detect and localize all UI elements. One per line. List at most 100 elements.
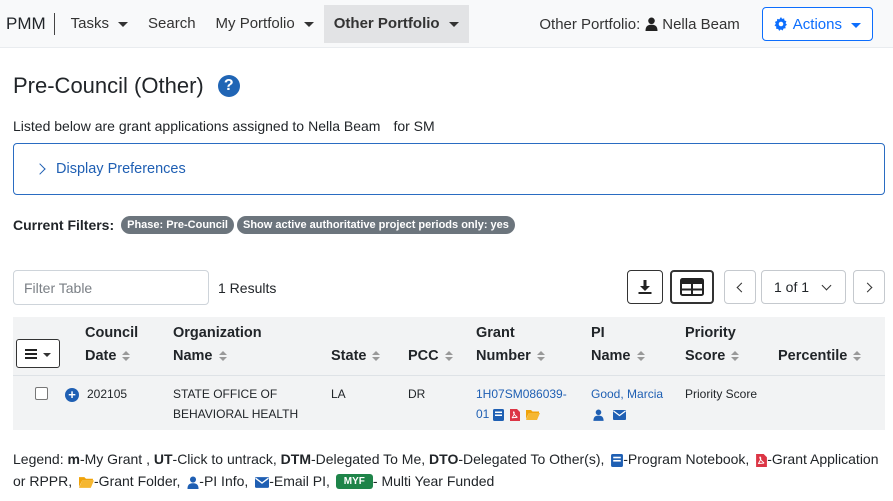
organization-line2: BEHAVIORAL HEALTH	[173, 407, 299, 421]
other-portfolio-indicator: Other Portfolio: Nella Beam	[539, 16, 739, 33]
th-percentile-label: Percentile	[778, 348, 848, 364]
folder-icon[interactable]	[526, 409, 541, 421]
next-page-button[interactable]	[853, 270, 885, 304]
table-toolbar: 1 Results 1 of 1	[13, 270, 885, 305]
cell-pcc: DR	[404, 375, 472, 430]
cell-organization: STATE OFFICE OF BEHAVIORAL HEALTH	[169, 375, 327, 430]
th-grant-number-line1: Grant	[476, 325, 515, 341]
legend-prefix: Legend:	[13, 451, 64, 467]
filter-badge-phase: Phase: Pre-Council	[121, 216, 234, 234]
caret-down-icon	[851, 22, 861, 28]
nav-tasks[interactable]: Tasks	[61, 5, 138, 43]
page-indicator: 1 of 1	[774, 279, 810, 295]
intro-suffix: for SM	[393, 118, 435, 134]
sort-icon	[372, 351, 381, 362]
other-portfolio-user: Nella Beam	[662, 15, 740, 33]
display-preferences-label: Display Preferences	[56, 161, 186, 177]
legend-dtm-text: -Delegated To Me,	[311, 451, 426, 467]
results-count: 1 Results	[218, 279, 277, 296]
th-organization-line1: Organization	[173, 325, 262, 341]
brand[interactable]: PMM	[0, 14, 54, 34]
th-pi-name-line1: PI	[591, 325, 605, 341]
email-icon	[255, 476, 270, 488]
nav-tasks-label: Tasks	[70, 15, 110, 32]
nav-right: Other Portfolio: Nella Beam Actions	[539, 7, 873, 41]
grants-table: Council Date Organization Name State PCC…	[13, 317, 885, 430]
legend-email-text: -Email PI,	[269, 473, 330, 489]
th-priority-score-line2: Score	[685, 348, 726, 364]
legend-m-key: m	[67, 451, 80, 467]
user-icon	[645, 17, 658, 31]
pdf-icon	[756, 453, 768, 467]
pi-name-link[interactable]: Good, Marcia	[591, 387, 663, 401]
menu-icon	[25, 348, 37, 359]
th-council-date-line1: Council	[85, 325, 139, 341]
legend: Legend: m-My Grant , UT-Click to untrack…	[13, 448, 885, 493]
cell-council-date: +202105	[65, 375, 169, 430]
user-icon	[187, 476, 199, 489]
column-toggle-button[interactable]	[670, 270, 714, 304]
pdf-icon[interactable]	[510, 408, 521, 421]
nav-my-portfolio[interactable]: My Portfolio	[206, 5, 324, 43]
display-preferences-panel[interactable]: Display Preferences	[13, 143, 885, 195]
organization-line1: STATE OFFICE OF	[173, 387, 278, 401]
download-button[interactable]	[627, 270, 663, 304]
intro-prefix: Listed below are grant applications assi…	[13, 118, 305, 134]
cell-pi-name: Good, Marcia	[587, 375, 681, 430]
th-organization-line2: Name	[173, 348, 213, 364]
page-title-text: Pre-Council (Other)	[13, 73, 204, 98]
th-council-date[interactable]: Council Date	[81, 317, 169, 376]
caret-down-icon	[303, 22, 314, 27]
other-portfolio-label: Other Portfolio:	[539, 15, 641, 33]
th-percentile[interactable]: Percentile	[774, 317, 885, 376]
legend-m-text: -My Grant ,	[79, 451, 150, 467]
th-organization[interactable]: Organization Name	[169, 317, 327, 376]
sort-icon	[122, 351, 131, 362]
th-priority-score[interactable]: Priority Score	[681, 317, 774, 376]
legend-folder-text: -Grant Folder,	[94, 473, 181, 489]
nav-my-portfolio-label: My Portfolio	[215, 15, 295, 32]
page-select[interactable]: 1 of 1	[761, 270, 846, 304]
table-row: +202105 STATE OFFICE OF BEHAVIORAL HEALT…	[13, 375, 885, 430]
row-menu-button[interactable]	[16, 339, 60, 368]
myf-badge: MYF	[335, 474, 373, 490]
th-pi-name-line2: Name	[591, 348, 631, 364]
top-navbar: PMM Tasks Search My Portfolio Other Port…	[0, 0, 893, 48]
legend-pi-text: -PI Info,	[199, 473, 249, 489]
email-icon[interactable]	[613, 409, 627, 420]
sort-icon	[444, 351, 453, 362]
legend-ut-key: UT	[153, 451, 173, 467]
actions-button[interactable]: Actions	[761, 7, 873, 41]
user-icon[interactable]	[593, 409, 604, 421]
columns-icon	[680, 278, 704, 296]
legend-ut-text: -Click to untrack,	[172, 451, 277, 467]
legend-notebook-text: -Program Notebook,	[623, 451, 750, 467]
help-icon[interactable]: ?	[217, 75, 240, 97]
legend-dtm-key: DTM	[280, 451, 311, 467]
caret-down-icon	[43, 352, 51, 357]
th-grant-number[interactable]: Grant Number	[472, 317, 587, 376]
filter-table-input[interactable]	[13, 270, 209, 305]
cell-priority-score: Priority Score	[681, 375, 774, 430]
sort-icon	[218, 351, 227, 362]
actions-label: Actions	[792, 15, 842, 33]
grant-number-link[interactable]: 1H07SM086039- 01	[476, 387, 567, 421]
nav-other-portfolio[interactable]: Other Portfolio	[323, 4, 469, 43]
th-pi-name[interactable]: PI Name	[587, 317, 681, 376]
th-council-date-line2: Date	[85, 348, 117, 364]
plus-circle-icon[interactable]: +	[65, 387, 79, 402]
nav-search[interactable]: Search	[138, 5, 206, 43]
legend-myf-text: - Multi Year Funded	[372, 473, 495, 489]
brand-divider	[53, 12, 55, 35]
th-pcc[interactable]: PCC	[404, 317, 472, 376]
gear-icon	[774, 17, 787, 31]
council-date-value: 202105	[87, 387, 128, 401]
th-state[interactable]: State	[327, 317, 404, 376]
notebook-icon[interactable]	[492, 408, 504, 421]
prev-page-button[interactable]	[724, 270, 756, 304]
row-checkbox[interactable]	[35, 387, 48, 400]
sort-icon	[536, 351, 545, 362]
legend-dto-text: -Delegated To Other(s),	[458, 451, 605, 467]
folder-icon	[79, 477, 95, 489]
grant-number-line1: 1H07SM086039-	[476, 387, 567, 401]
